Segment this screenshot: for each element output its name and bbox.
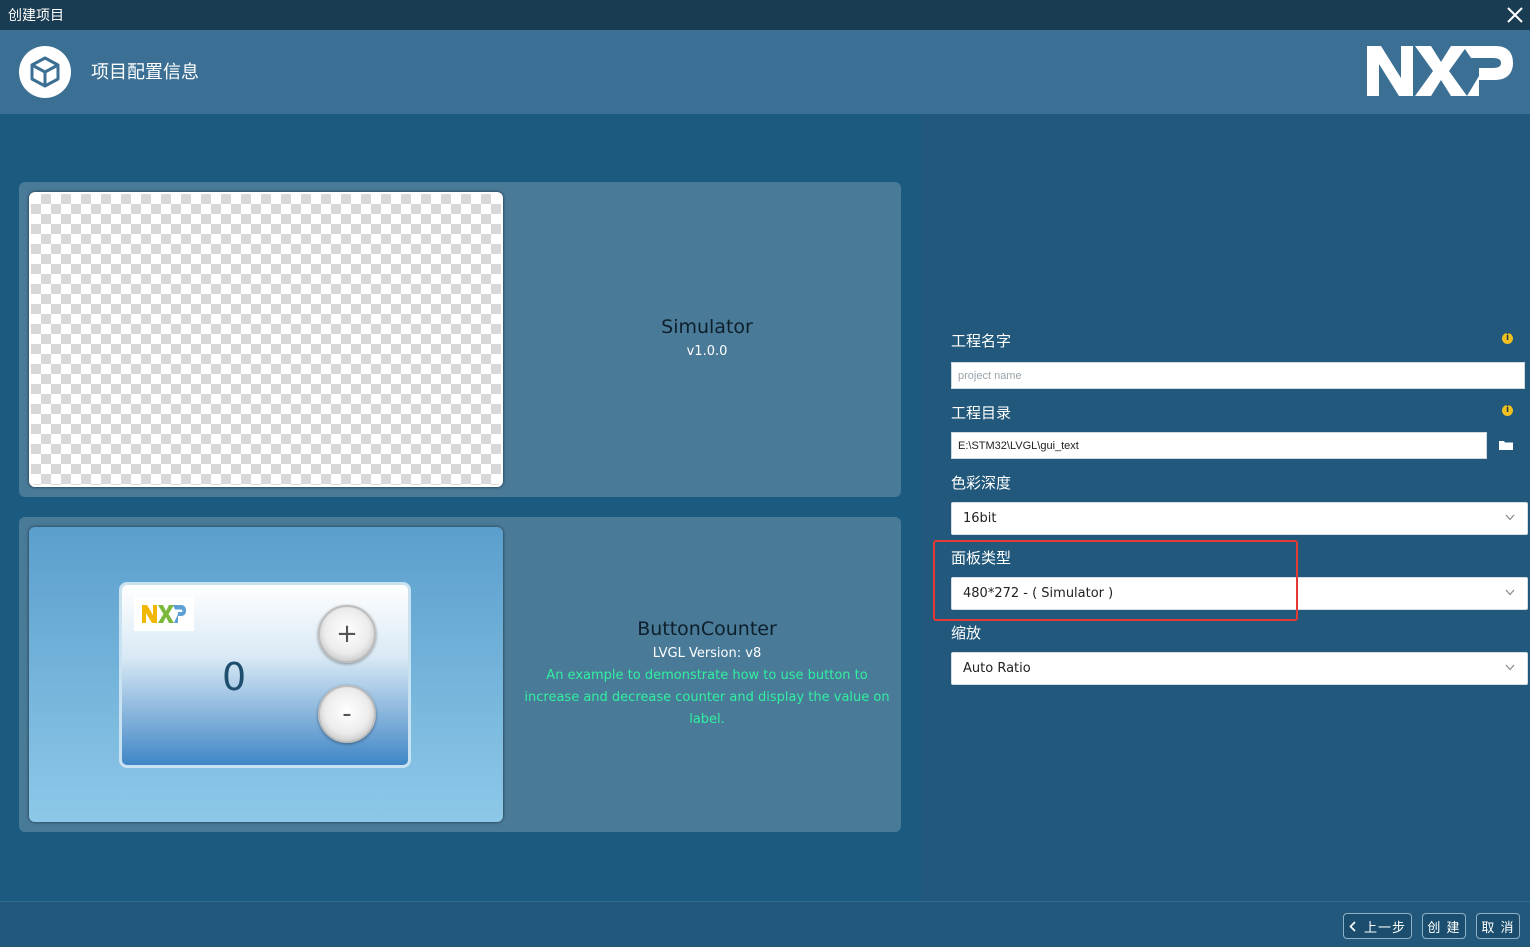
- chevron-down-icon: [1505, 589, 1515, 596]
- page-title: 项目配置信息: [91, 62, 199, 83]
- increase-button: +: [318, 605, 376, 663]
- folder-icon[interactable]: [1495, 434, 1517, 456]
- template-card-buttoncounter[interactable]: 0 + - ButtonCounter LVGL Version: v8 An …: [19, 517, 901, 832]
- scale-value: Auto Ratio: [963, 661, 1031, 676]
- panel-type-select[interactable]: 480*272 - ( Simulator ): [951, 577, 1528, 610]
- create-button[interactable]: 创 建: [1422, 913, 1466, 939]
- chevron-down-icon: [1505, 664, 1515, 671]
- decrease-button: -: [318, 685, 376, 743]
- cube-icon: [19, 46, 71, 98]
- project-config-form: 工程名字 i 工程目录 i 色彩深度 16bit 面板类型 480*272 - …: [921, 114, 1530, 901]
- scale-label: 缩放: [951, 624, 982, 642]
- cancel-button[interactable]: 取 消: [1476, 913, 1520, 939]
- info-icon[interactable]: i: [1502, 405, 1513, 416]
- device-preview: 0 + -: [119, 582, 411, 768]
- template-name: ButtonCounter: [637, 618, 777, 640]
- color-depth-select[interactable]: 16bit: [951, 502, 1528, 535]
- project-name-label: 工程名字: [951, 332, 1012, 350]
- scale-select[interactable]: Auto Ratio: [951, 652, 1528, 685]
- project-name-input[interactable]: [951, 362, 1525, 389]
- template-card-simulator[interactable]: Simulator v1.0.0: [19, 182, 901, 497]
- color-depth-label: 色彩深度: [951, 474, 1012, 492]
- header: 项目配置信息: [0, 30, 1530, 114]
- template-version: LVGL Version: v8: [652, 646, 762, 661]
- window-title: 创建项目: [8, 8, 64, 24]
- nxp-mini-logo: [134, 597, 194, 631]
- chevron-down-icon: [1505, 514, 1515, 521]
- prev-step-label: 上一步: [1363, 920, 1406, 936]
- footer: 上一步 创 建 取 消: [0, 901, 1530, 947]
- template-version: v1.0.0: [686, 344, 728, 359]
- project-dir-input[interactable]: [951, 432, 1487, 459]
- title-bar: 创建项目: [0, 0, 1530, 30]
- project-dir-label: 工程目录: [951, 404, 1012, 422]
- color-depth-value: 16bit: [963, 511, 997, 526]
- nxp-logo: [1367, 46, 1513, 96]
- info-icon[interactable]: i: [1502, 333, 1513, 344]
- panel-type-value: 480*272 - ( Simulator ): [963, 586, 1114, 601]
- panel-type-label: 面板类型: [951, 549, 1012, 567]
- template-preview-buttoncounter: 0 + -: [29, 527, 503, 822]
- close-icon[interactable]: [1500, 0, 1530, 30]
- template-preview-empty: [29, 192, 503, 487]
- cancel-label: 取 消: [1481, 920, 1515, 936]
- counter-label: 0: [222, 655, 247, 699]
- template-list: Simulator v1.0.0 0 + - ButtonCounter LVG…: [0, 114, 921, 901]
- template-name: Simulator: [661, 316, 753, 338]
- chevron-left-icon: [1349, 920, 1356, 932]
- create-label: 创 建: [1427, 920, 1461, 936]
- prev-step-button[interactable]: 上一步: [1343, 913, 1412, 939]
- template-description: An example to demonstrate how to use but…: [524, 668, 890, 727]
